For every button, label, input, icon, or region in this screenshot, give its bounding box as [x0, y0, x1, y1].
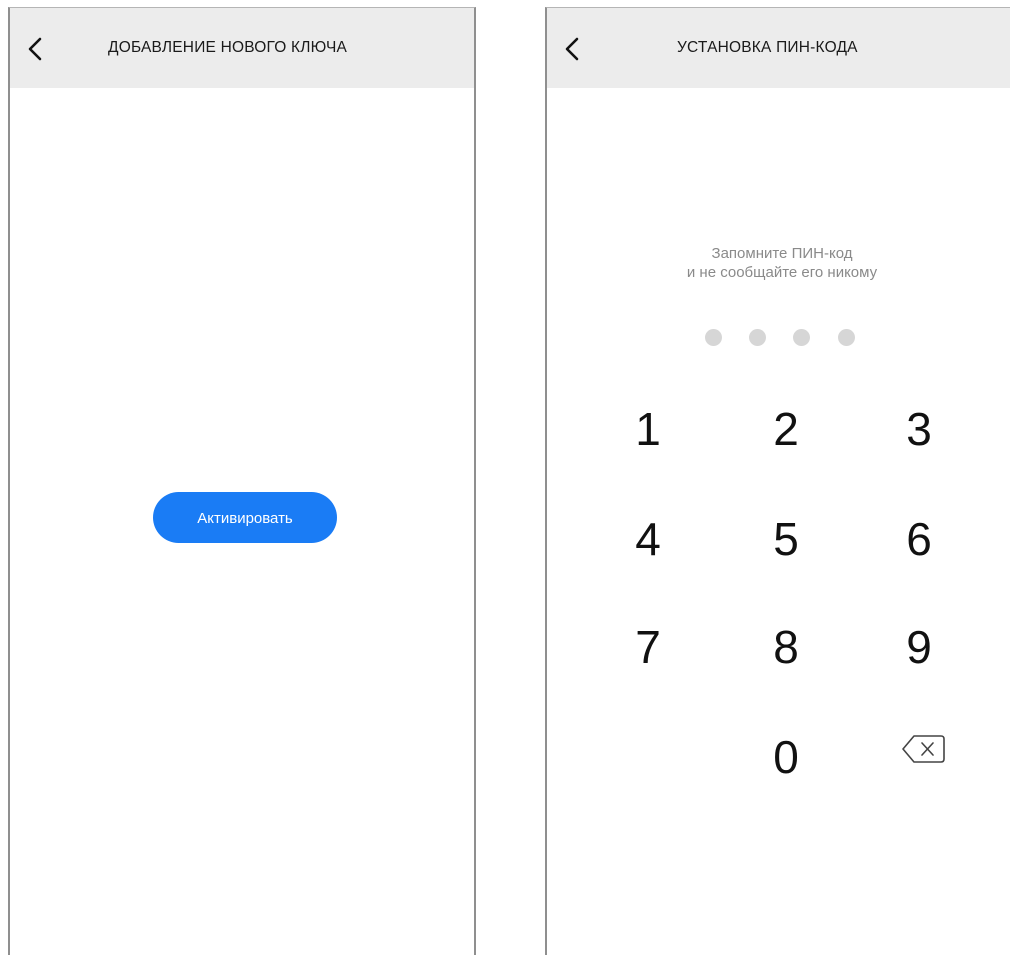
- keypad-key-7[interactable]: 7: [598, 615, 698, 679]
- page-title: УСТАНОВКА ПИН-КОДА: [677, 39, 858, 56]
- navigation-bar: УСТАНОВКА ПИН-КОДА: [547, 8, 1010, 88]
- pin-hint-line-2: и не сообщайте его никому: [686, 264, 878, 281]
- keypad-key-1[interactable]: 1: [598, 397, 698, 461]
- keypad-key-2[interactable]: 2: [736, 397, 836, 461]
- pin-hint-line-1: Запомните ПИН-код: [711, 245, 853, 262]
- chevron-left-icon: [565, 37, 579, 61]
- back-button[interactable]: [22, 34, 50, 64]
- keypad-key-9[interactable]: 9: [869, 615, 969, 679]
- navigation-bar: ДОБАВЛЕНИЕ НОВОГО КЛЮЧА: [10, 8, 474, 88]
- keypad-key-3[interactable]: 3: [869, 397, 969, 461]
- pin-dot: [705, 329, 722, 346]
- keypad-key-4[interactable]: 4: [598, 507, 698, 571]
- keypad-key-8[interactable]: 8: [736, 615, 836, 679]
- backspace-icon: [902, 735, 945, 763]
- backspace-button[interactable]: [889, 729, 949, 769]
- pin-dot: [793, 329, 810, 346]
- keypad-key-5[interactable]: 5: [736, 507, 836, 571]
- keypad-key-6[interactable]: 6: [869, 507, 969, 571]
- pin-dot: [838, 329, 855, 346]
- keypad-key-0[interactable]: 0: [736, 725, 836, 789]
- pin-indicator: [705, 329, 875, 347]
- activate-button[interactable]: Активировать: [153, 492, 337, 543]
- add-key-screen: ДОБАВЛЕНИЕ НОВОГО КЛЮЧА Активировать: [8, 7, 476, 955]
- set-pin-screen: УСТАНОВКА ПИН-КОДА Запомните ПИН-код и н…: [545, 7, 1010, 955]
- chevron-left-icon: [28, 37, 42, 61]
- back-button[interactable]: [559, 34, 587, 64]
- page-title: ДОБАВЛЕНИЕ НОВОГО КЛЮЧА: [108, 39, 348, 56]
- pin-dot: [749, 329, 766, 346]
